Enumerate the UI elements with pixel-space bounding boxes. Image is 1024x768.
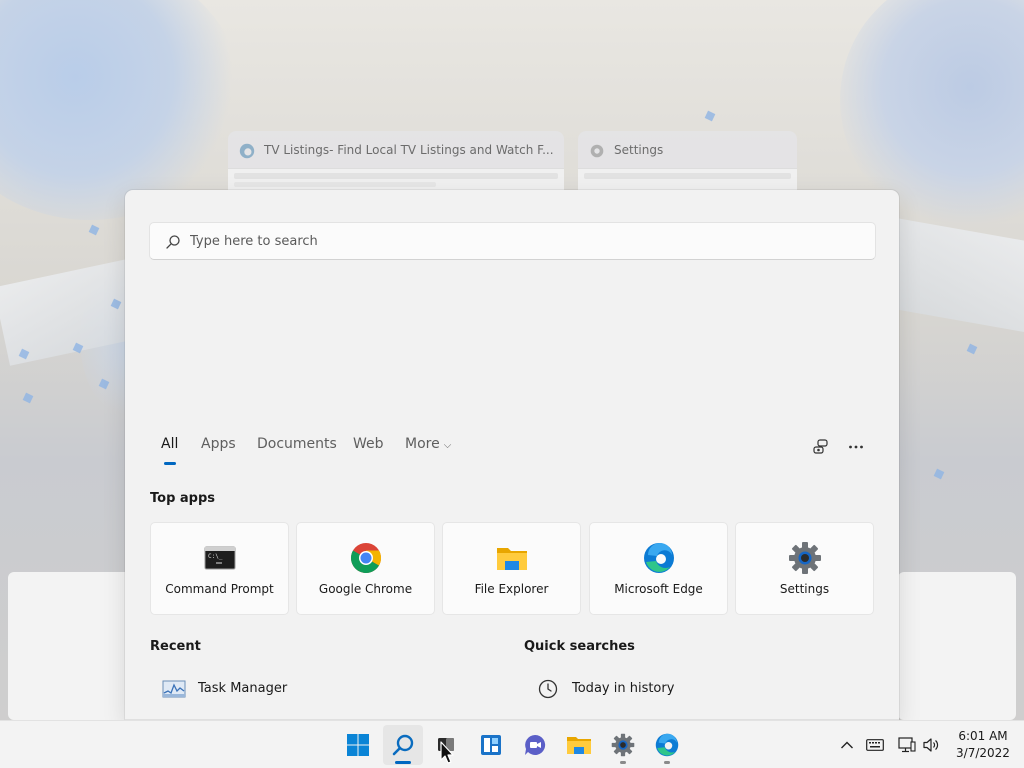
- quick-search-label: Today in history: [572, 681, 675, 696]
- running-indicator: [620, 761, 626, 764]
- start-button[interactable]: [338, 725, 378, 765]
- search-input[interactable]: [190, 223, 860, 259]
- search-box[interactable]: [149, 222, 876, 260]
- command-prompt-icon: C:\_: [203, 541, 237, 575]
- network-icon: [898, 737, 916, 753]
- svg-text:C:\_: C:\_: [208, 553, 223, 560]
- app-tile-microsoft-edge[interactable]: Microsoft Edge: [589, 522, 728, 615]
- tab-more-label: More: [405, 436, 440, 452]
- app-tile-label: Command Prompt: [165, 582, 274, 596]
- edge-taskbar-button[interactable]: [647, 725, 687, 765]
- search-panel: All Apps Documents Web More⌵ Top apps C:…: [125, 190, 899, 720]
- app-tile-label: Microsoft Edge: [614, 582, 703, 596]
- chrome-icon: [349, 541, 383, 575]
- task-view-window-settings[interactable]: Settings: [578, 131, 797, 190]
- search-icon: [392, 734, 414, 756]
- running-indicator: [664, 761, 670, 764]
- task-view-window-edge[interactable]: TV Listings- Find Local TV Listings and …: [228, 131, 564, 190]
- widgets-button[interactable]: [471, 725, 511, 765]
- app-tile-command-prompt[interactable]: C:\_ Command Prompt: [150, 522, 289, 615]
- quick-search-today-in-history[interactable]: Today in history: [524, 672, 864, 706]
- network-button[interactable]: [896, 733, 918, 757]
- wallpaper-confetti: [88, 224, 100, 236]
- task-view-window-title: Settings: [614, 143, 664, 157]
- wallpaper-confetti: [966, 343, 978, 355]
- wallpaper-confetti: [933, 468, 945, 480]
- show-hidden-icons-button[interactable]: [836, 733, 858, 757]
- search-taskbar-button[interactable]: [383, 725, 423, 765]
- recent-heading: Recent: [150, 639, 201, 654]
- tab-web[interactable]: Web: [353, 436, 384, 452]
- accounts-icon: [813, 439, 828, 454]
- chat-button[interactable]: [515, 725, 555, 765]
- recent-item-task-manager[interactable]: Task Manager: [150, 672, 490, 706]
- top-apps-heading: Top apps: [150, 491, 216, 506]
- window-preview: [578, 168, 797, 190]
- tab-more[interactable]: More ⌵: [405, 436, 451, 452]
- clock-date[interactable]: 6:01 AM 3/7/2022: [948, 728, 1018, 762]
- app-tile-google-chrome[interactable]: Google Chrome: [296, 522, 435, 615]
- wallpaper-confetti: [22, 392, 34, 404]
- clock-icon: [536, 678, 560, 700]
- keyboard-button[interactable]: [864, 733, 886, 757]
- background-window: [8, 572, 138, 720]
- app-tile-settings[interactable]: Settings: [735, 522, 874, 615]
- background-window: [898, 572, 1016, 720]
- task-manager-icon: [162, 678, 186, 700]
- more-options-button[interactable]: [843, 434, 869, 460]
- app-tile-label: File Explorer: [474, 582, 549, 596]
- app-tile-file-explorer[interactable]: File Explorer: [442, 522, 581, 615]
- clock-time: 6:01 AM: [958, 729, 1008, 743]
- task-view-window-title: TV Listings- Find Local TV Listings and …: [264, 143, 554, 157]
- gear-icon: [590, 144, 604, 158]
- speaker-icon: [923, 738, 939, 752]
- widgets-icon: [481, 735, 501, 755]
- edge-icon: [239, 143, 255, 159]
- gear-icon: [788, 541, 822, 575]
- edge-icon: [655, 733, 679, 757]
- tab-documents[interactable]: Documents: [257, 436, 337, 452]
- tab-all[interactable]: All: [161, 436, 178, 452]
- folder-icon: [495, 541, 529, 575]
- wallpaper-confetti: [704, 110, 716, 122]
- taskbar: 6:01 AM 3/7/2022: [0, 720, 1024, 768]
- chevron-down-icon: ⌵: [443, 440, 452, 451]
- app-tile-label: Settings: [779, 582, 830, 596]
- mouse-cursor-icon: [440, 741, 454, 764]
- settings-taskbar-button[interactable]: [603, 725, 643, 765]
- tab-apps[interactable]: Apps: [201, 436, 236, 452]
- clock-date-text: 3/7/2022: [956, 746, 1010, 760]
- more-icon: [849, 445, 863, 449]
- app-tile-label: Google Chrome: [318, 582, 413, 596]
- active-tab-indicator: [164, 462, 176, 465]
- file-explorer-icon: [567, 737, 591, 754]
- active-indicator: [395, 761, 411, 764]
- file-explorer-button[interactable]: [559, 725, 599, 765]
- window-preview: [228, 168, 564, 190]
- recent-item-label: Task Manager: [198, 681, 288, 696]
- edge-icon: [642, 541, 676, 575]
- chevron-up-icon: [841, 741, 853, 749]
- wallpaper-shape: [0, 0, 240, 220]
- search-icon: [166, 235, 180, 249]
- quick-searches-heading: Quick searches: [524, 639, 635, 654]
- settings-icon: [611, 733, 635, 757]
- switch-account-button[interactable]: [808, 434, 834, 460]
- start-icon: [347, 734, 369, 756]
- volume-button[interactable]: [920, 733, 942, 757]
- keyboard-icon: [866, 739, 884, 751]
- chat-icon: [525, 734, 546, 755]
